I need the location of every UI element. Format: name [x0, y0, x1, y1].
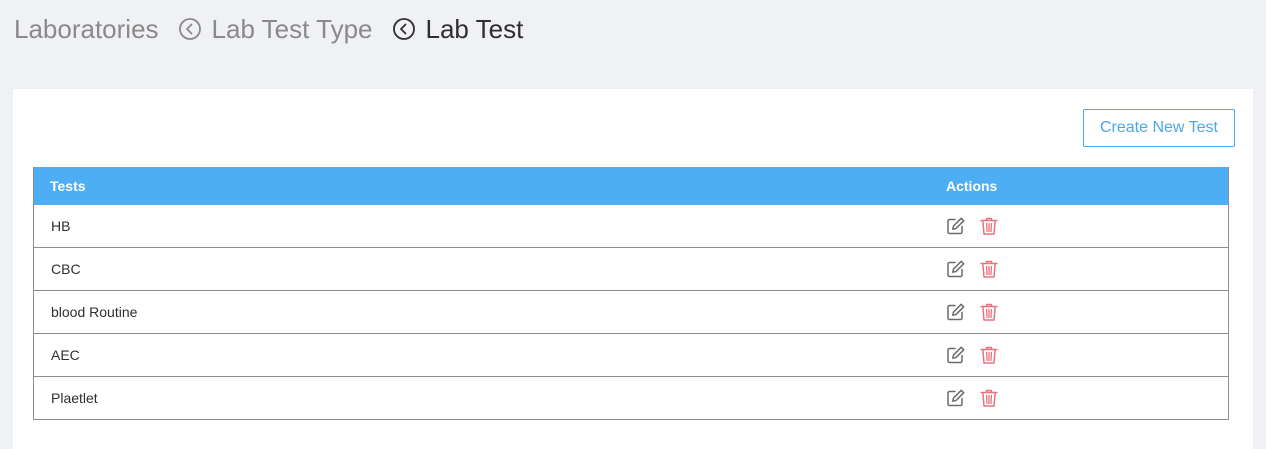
- trash-icon[interactable]: [979, 388, 999, 408]
- test-name-cell: Plaetlet: [34, 390, 946, 406]
- tests-table: Tests Actions HB: [33, 167, 1229, 420]
- breadcrumb-label-laboratories[interactable]: Laboratories: [14, 14, 159, 45]
- column-header-actions: Actions: [946, 178, 997, 194]
- breadcrumb: Laboratories Lab Test Type Lab Test: [14, 12, 523, 46]
- edit-icon[interactable]: [946, 216, 966, 236]
- table-row: blood Routine: [34, 290, 1228, 333]
- table-body: HB CBC: [34, 205, 1228, 419]
- table-header: Tests Actions: [34, 167, 1228, 205]
- test-name-cell: CBC: [34, 261, 946, 277]
- edit-icon[interactable]: [946, 345, 966, 365]
- test-name-cell: HB: [34, 218, 946, 234]
- breadcrumb-item-laboratories[interactable]: Laboratories: [14, 14, 159, 45]
- edit-icon[interactable]: [946, 388, 966, 408]
- actions-cell: [946, 388, 999, 408]
- trash-icon[interactable]: [979, 345, 999, 365]
- trash-icon[interactable]: [979, 302, 999, 322]
- trash-icon[interactable]: [979, 216, 999, 236]
- create-new-test-button[interactable]: Create New Test: [1083, 109, 1235, 147]
- table-row: CBC: [34, 247, 1228, 290]
- content-panel: Create New Test Tests Actions HB: [13, 89, 1253, 449]
- table-row: Plaetlet: [34, 376, 1228, 419]
- chevron-left-circle-icon[interactable]: [393, 18, 415, 40]
- edit-icon[interactable]: [946, 259, 966, 279]
- breadcrumb-label-lab-test-type[interactable]: Lab Test Type: [212, 14, 373, 45]
- table-row: HB: [34, 205, 1228, 247]
- column-header-tests: Tests: [34, 178, 946, 194]
- actions-cell: [946, 302, 999, 322]
- edit-icon[interactable]: [946, 302, 966, 322]
- table-row: AEC: [34, 333, 1228, 376]
- trash-icon[interactable]: [979, 259, 999, 279]
- actions-cell: [946, 216, 999, 236]
- page-title: Lab Test: [426, 14, 524, 45]
- test-name-cell: AEC: [34, 347, 946, 363]
- breadcrumb-item-lab-test-type[interactable]: Lab Test Type: [212, 14, 373, 45]
- chevron-left-circle-icon[interactable]: [179, 18, 201, 40]
- actions-cell: [946, 259, 999, 279]
- test-name-cell: blood Routine: [34, 304, 946, 320]
- breadcrumb-item-lab-test: Lab Test: [426, 14, 524, 45]
- actions-cell: [946, 345, 999, 365]
